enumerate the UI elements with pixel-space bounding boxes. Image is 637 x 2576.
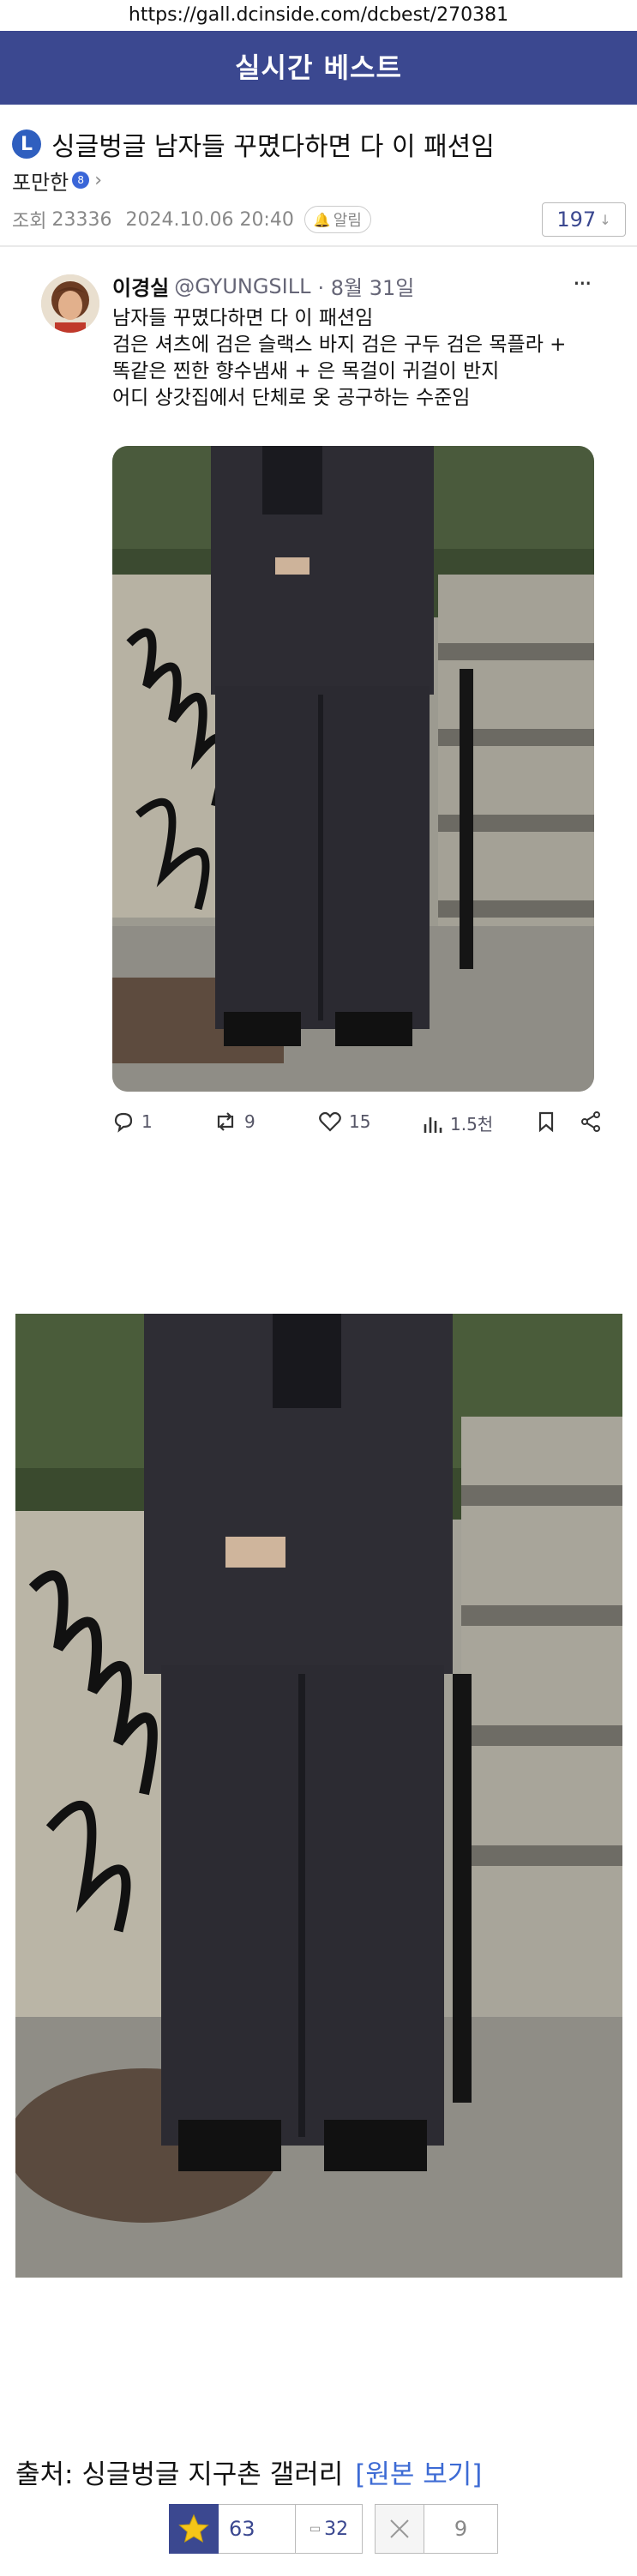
vote-row: 63 ▭ 32 9 [169,2504,498,2554]
tweet-line: 똑같은 찐한 향수냄새 + 은 목걸이 귀걸이 반지 [112,360,500,382]
reply-count: 1 [141,1111,153,1132]
tweet-header: 이경실 @GYUNGSILL · 8월 31일 [112,271,414,301]
bell-icon: 🔔 [313,211,331,228]
heart-icon [319,1111,341,1132]
down-count: 9 [454,2517,468,2541]
views-label: 조회 [12,211,47,232]
tweet-date: · 8월 31일 [317,276,415,300]
source-link[interactable]: [원본 보기] [355,2453,482,2491]
tweet-action-bar: 1 9 15 1.5천 [112,1110,610,1136]
bookmark-icon [538,1111,554,1133]
comment-count-button[interactable]: 197 ↓ [542,202,626,237]
alarm-label: 알림 [333,212,362,230]
x-icon [390,2519,409,2538]
fixed-count: 32 [324,2518,349,2540]
tweet-author-name: 이경실 [112,276,170,300]
reply-icon [114,1112,133,1133]
alarm-button[interactable]: 🔔 알림 [303,206,371,233]
page-header: 실시간 베스트 [0,31,637,105]
author-row[interactable]: 포만한 8 › [12,165,102,196]
comment-count: 197 [556,208,597,232]
divider [0,245,637,247]
post-title: 싱글벙글 남자들 꾸몄다하면 다 이 패션임 [51,132,495,162]
url-text: https://gall.dcinside.com/dcbest/270381 [128,4,509,26]
chevron-right-icon[interactable]: › [94,170,102,191]
like-count: 15 [349,1111,371,1132]
post-datetime: 2024.10.06 20:40 [125,208,294,231]
recommend-count: 63 [219,2504,296,2554]
downvote-button[interactable] [375,2504,424,2554]
post-category-badge: L [12,129,41,159]
tweet-photo [112,446,594,1092]
fixed-recommend-icon: ▭ [309,2522,322,2536]
tweet-line: 남자들 꾸몄다하면 다 이 패션임 [112,307,374,329]
like-action[interactable]: 15 [318,1110,370,1133]
retweet-count: 9 [244,1111,255,1132]
star-icon [178,2513,209,2543]
source-row: 출처: 싱글벙글 지구촌 갤러리 [원본 보기] [15,2453,482,2491]
url-bar[interactable]: https://gall.dcinside.com/dcbest/270381 [0,0,637,31]
share-icon [581,1111,600,1132]
embedded-tweet: 이경실 @GYUNGSILL · 8월 31일 ··· 남자들 꾸몄다하면 다 … [14,249,624,1149]
tweet-handle: @GYUNGSILL [174,274,311,298]
fixed-recommend[interactable]: ▭ 32 [296,2504,363,2554]
reply-action[interactable]: 1 [112,1110,153,1133]
bookmark-action[interactable] [537,1110,562,1133]
more-options-icon: ··· [573,269,592,298]
post-photo [15,1314,622,2278]
recommend-button[interactable] [169,2504,219,2554]
views-icon [424,1116,442,1133]
avatar [41,274,99,333]
retweet-action[interactable]: 9 [213,1110,255,1133]
author-name[interactable]: 포만한 [12,166,69,196]
up-count: 63 [229,2517,255,2541]
views-count: 23336 [51,208,112,231]
views-action[interactable]: 1.5천 [423,1110,493,1135]
post-meta-row: 조회 23336 2024.10.06 20:40 🔔 알림 197 ↓ [12,202,626,237]
header-title: 실시간 베스트 [235,51,402,84]
tweet-text: 남자들 꾸몄다하면 다 이 패션임 검은 셔츠에 검은 슬랙스 바지 검은 구두… [112,305,566,412]
downvote-count: 9 [424,2504,498,2554]
share-action[interactable] [580,1110,609,1133]
retweet-icon [217,1112,234,1131]
arrow-down-icon: ↓ [599,211,611,228]
tweet-line: 검은 셔츠에 검은 슬랙스 바지 검은 구두 검은 목플라 + [112,334,567,356]
views-count-tweet: 1.5천 [450,1114,494,1135]
post-title-row: L 싱글벙글 남자들 꾸몄다하면 다 이 패션임 [12,125,629,163]
author-level-badge: 8 [72,172,90,189]
tweet-line: 어디 상갓집에서 단체로 옷 공구하는 수준임 [112,387,471,409]
source-label: 출처: 싱글벙글 지구촌 갤러리 [15,2459,344,2490]
